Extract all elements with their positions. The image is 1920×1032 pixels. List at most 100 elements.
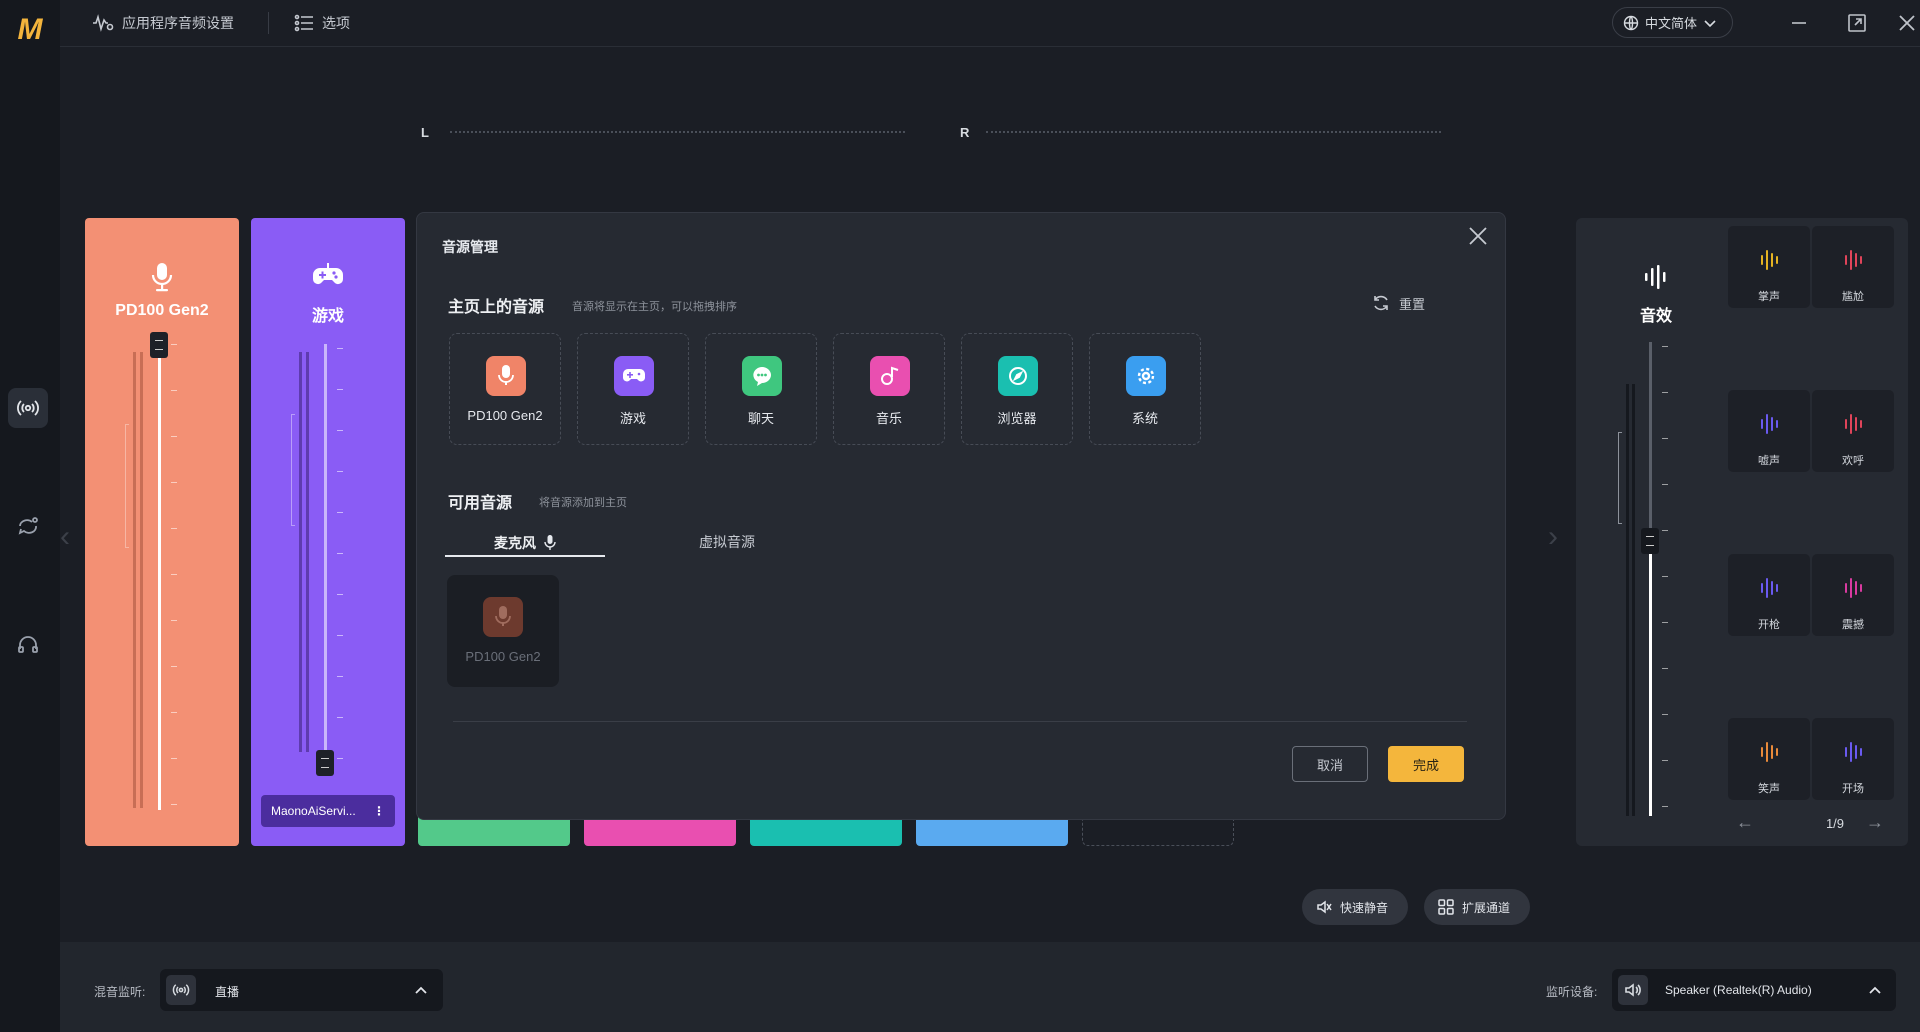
home-source-card[interactable]: PD100 Gen2 [449, 333, 561, 445]
header-divider [268, 12, 269, 34]
done-button[interactable]: 完成 [1388, 746, 1464, 782]
browser-icon [998, 356, 1038, 396]
sfx-awkward[interactable]: 尴尬 [1812, 226, 1894, 308]
divider [453, 721, 1467, 722]
home-source-card[interactable]: 聊天 [705, 333, 817, 445]
home-source-card[interactable]: 浏览器 [961, 333, 1073, 445]
sfx-label: 震撼 [1842, 619, 1864, 631]
arrow-right-icon[interactable]: → [1866, 812, 1884, 833]
language-selector[interactable]: 中文简体 [1612, 7, 1733, 38]
sfx-label: 尴尬 [1842, 291, 1864, 303]
sound-effects-panel: 音效 掌声 尴尬 嘘声 欢呼 开枪 震撼 笑声 开场 ← 1/9 → [1576, 218, 1908, 846]
chat-icon[interactable] [8, 506, 48, 546]
left-rail: M [0, 0, 60, 1032]
sfx-gunshot[interactable]: 开枪 [1728, 554, 1810, 636]
scroll-left-icon[interactable]: ‹ [60, 520, 70, 554]
channel-strip-game: 游戏 MaonoAiServi... ⋮ [251, 218, 405, 846]
scroll-right-icon[interactable]: › [1548, 520, 1558, 554]
sfx-label: 掌声 [1758, 291, 1780, 303]
app-audio-settings-button[interactable]: 应用程序音频设置 [92, 12, 234, 34]
volume-slider-track[interactable] [324, 344, 327, 754]
expand-channel-button[interactable]: 扩展通道 [1424, 889, 1530, 925]
monitor-device-dropdown[interactable]: Speaker (Realtek(R) Audio) [1612, 969, 1896, 1011]
mix-monitor-label: 混音监听: [94, 985, 146, 999]
reset-button[interactable]: 重置 [1371, 293, 1425, 313]
volume-slider-handle[interactable] [150, 332, 168, 358]
microphone-icon [544, 535, 556, 550]
source-label: 系统 [1131, 411, 1158, 426]
available-source-card[interactable]: PD100 Gen2 [447, 575, 559, 687]
more-vertical-icon[interactable]: ⋮ [373, 804, 385, 818]
quick-mute-button[interactable]: 快速静音 [1302, 889, 1408, 925]
mix-monitor-dropdown[interactable]: 直播 [160, 969, 443, 1011]
bottom-bar: 混音监听: 直播 监听设备: Speaker (Realtek(R) Audio… [60, 942, 1920, 1032]
gear-icon [1126, 356, 1166, 396]
meter-left-label: L [421, 125, 429, 140]
mute-icon [1317, 900, 1332, 914]
volume-slider-track-upper[interactable] [1649, 342, 1652, 540]
cancel-button[interactable]: 取消 [1292, 746, 1368, 782]
gamepad-icon [614, 356, 654, 396]
waveform-icon [1576, 264, 1736, 290]
waveform-icon [1812, 740, 1894, 764]
volume-slider-handle[interactable] [1641, 528, 1659, 554]
sfx-label: 欢呼 [1842, 455, 1864, 467]
waveform-icon [1728, 248, 1810, 272]
volume-slider-handle[interactable] [316, 750, 334, 776]
level-bar [1626, 384, 1629, 816]
arrow-left-icon[interactable]: ← [1736, 812, 1754, 833]
options-button[interactable]: 选项 [294, 12, 350, 34]
channel-strip-pd100: PD100 Gen2 [85, 218, 239, 846]
headphones-icon[interactable] [8, 624, 48, 664]
sfx-applause[interactable]: 掌声 [1728, 226, 1810, 308]
waveform-settings-icon [93, 14, 114, 32]
source-label: 聊天 [747, 411, 774, 426]
volume-slider-track[interactable] [158, 348, 161, 810]
level-bar [299, 352, 302, 752]
waveform-icon [1812, 412, 1894, 436]
close-icon[interactable] [1894, 10, 1920, 36]
volume-slider-track[interactable] [1649, 540, 1652, 816]
sfx-opening[interactable]: 开场 [1812, 718, 1894, 800]
sfx-boo[interactable]: 嘘声 [1728, 390, 1810, 472]
close-icon[interactable] [1467, 225, 1491, 249]
home-source-card[interactable]: 游戏 [577, 333, 689, 445]
dialog-title: 音源管理 [442, 239, 498, 255]
microphone-icon [486, 356, 526, 396]
level-bar [140, 352, 143, 808]
mix-monitor-value: 直播 [215, 985, 240, 999]
chevron-down-icon [1704, 19, 1716, 27]
sfx-laugh[interactable]: 笑声 [1728, 718, 1810, 800]
channel-name: 游戏 [311, 308, 344, 325]
expand-channel-label: 扩展通道 [1462, 900, 1511, 915]
music-icon [870, 356, 910, 396]
source-label: PD100 Gen2 [467, 408, 543, 423]
monitor-device-label: 监听设备: [1546, 985, 1598, 999]
monitor-device-value: Speaker (Realtek(R) Audio) [1665, 983, 1812, 997]
meter-left-bar [450, 131, 905, 133]
microphone-icon [85, 262, 239, 292]
tab-label: 麦克风 [494, 535, 536, 551]
tab-microphone[interactable]: 麦克风 [445, 531, 605, 557]
sfx-shock[interactable]: 震撼 [1812, 554, 1894, 636]
home-source-card[interactable]: 音乐 [833, 333, 945, 445]
source-label: 游戏 [619, 411, 646, 426]
home-sources-hint: 音源将显示在主页，可以拖拽排序 [572, 301, 737, 313]
output-device-selector[interactable]: MaonoAiServi... ⋮ [261, 795, 395, 827]
speaker-icon [1618, 975, 1648, 1005]
tab-virtual-source[interactable]: 虚拟音源 [657, 531, 797, 555]
live-stream-icon[interactable] [8, 388, 48, 428]
minimize-icon[interactable] [1786, 10, 1812, 36]
meter-right-bar [986, 131, 1441, 133]
source-label: 浏览器 [997, 411, 1037, 426]
header: 应用程序音频设置 选项 中文简体 [60, 0, 1920, 47]
chevron-up-icon [415, 986, 427, 994]
sfx-cheer[interactable]: 欢呼 [1812, 390, 1894, 472]
language-value: 中文简体 [1645, 16, 1698, 31]
range-bracket [1618, 432, 1622, 524]
popout-icon[interactable] [1844, 10, 1870, 36]
waveform-icon [1812, 576, 1894, 600]
home-source-card[interactable]: 系统 [1089, 333, 1201, 445]
level-bar [1632, 384, 1635, 816]
output-device-label: MaonoAiServi... [271, 804, 356, 818]
